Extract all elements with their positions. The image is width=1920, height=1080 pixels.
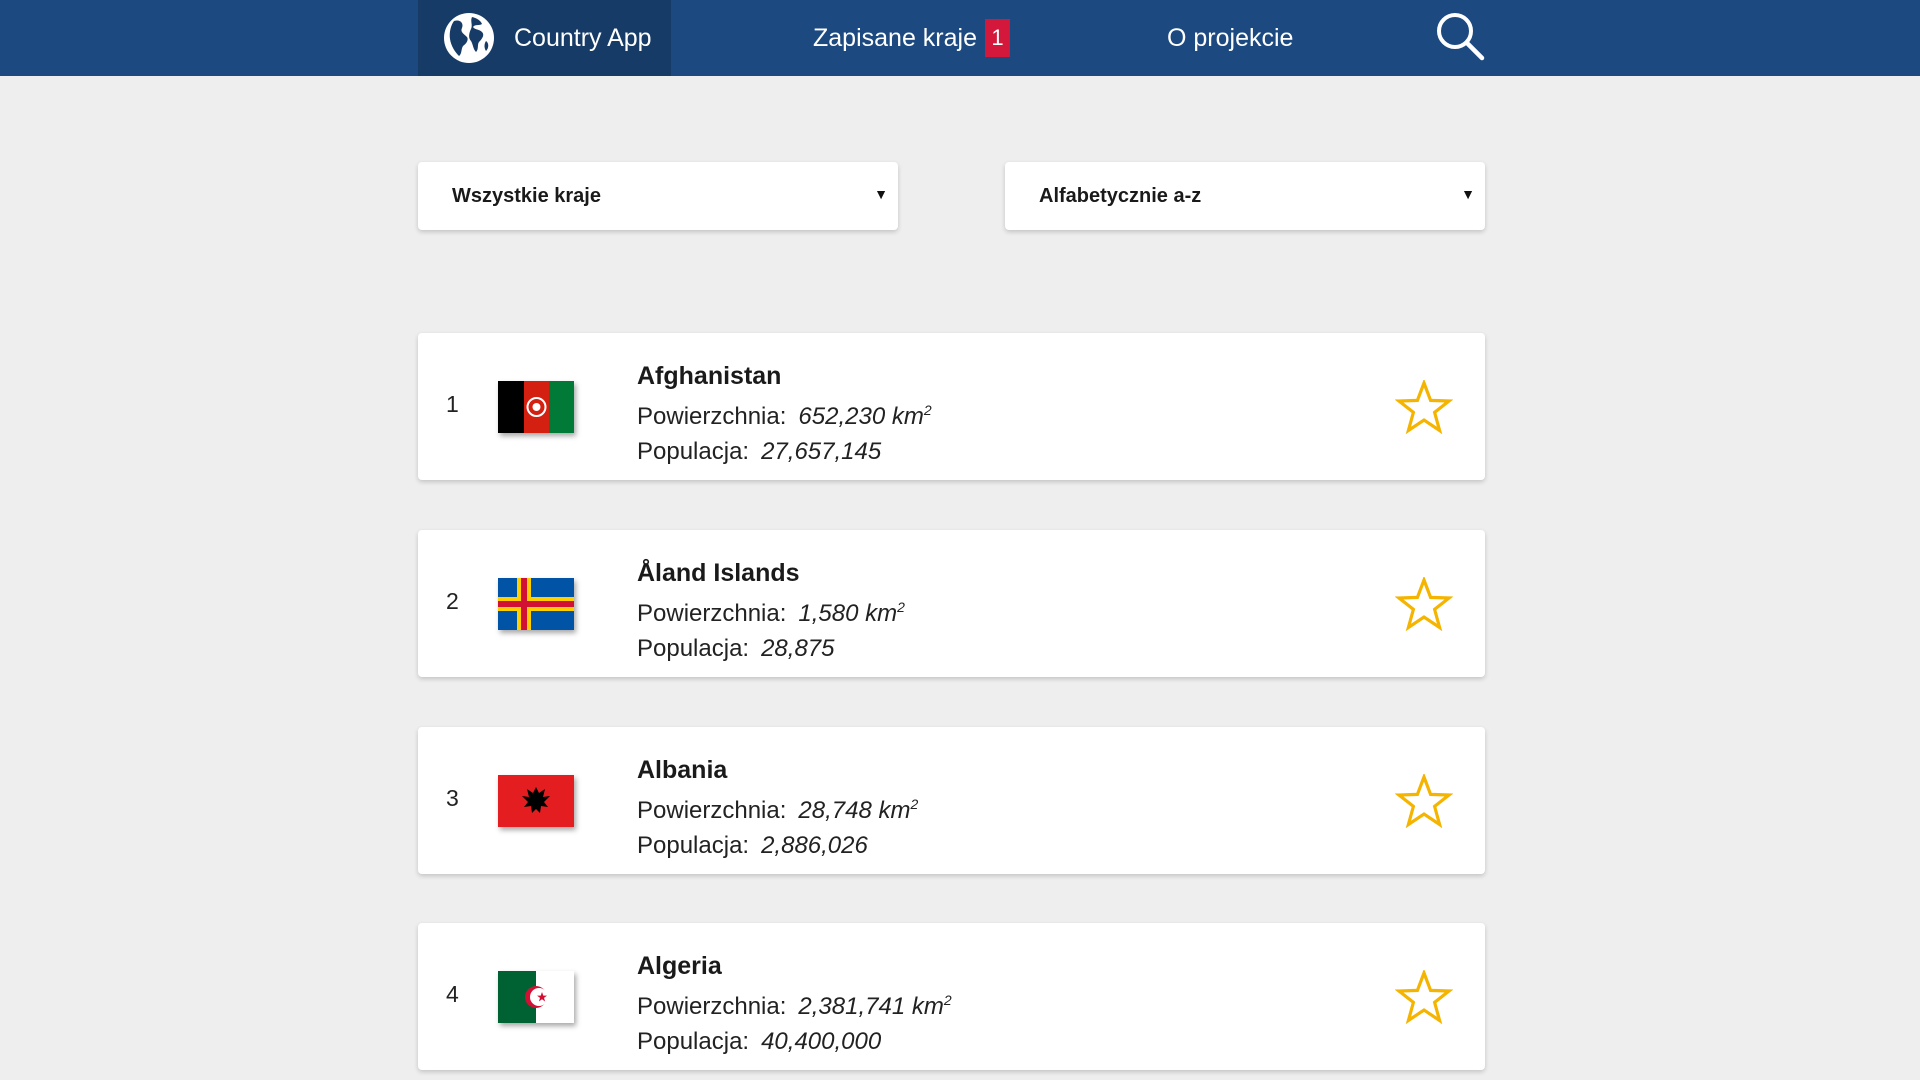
population-value: 2,886,026 <box>761 832 868 859</box>
country-index: 2 <box>446 588 459 614</box>
country-info: Albania Powierzchnia: 28,748 km2 Populacj… <box>637 753 918 863</box>
country-info: Algeria Powierzchnia: 2,381,741 km2 Popul… <box>637 949 952 1059</box>
area-value: 28,748 km2 <box>798 796 919 824</box>
region-select[interactable]: Wszystkie kraje ▼ <box>418 162 898 230</box>
search-button[interactable] <box>1432 8 1488 64</box>
algeria-flag-icon <box>498 971 574 1023</box>
star-icon <box>1395 577 1453 631</box>
saved-countries-link[interactable]: Zapisane kraje 1 <box>813 0 1010 76</box>
country-index: 4 <box>446 981 459 1007</box>
population-label: Populacja: <box>637 1028 750 1055</box>
country-name: Åland Islands <box>637 559 800 587</box>
country-card[interactable]: 2 Åland Islands Powierzchnia: 1,580 km2 P… <box>418 530 1485 677</box>
afghanistan-flag-icon <box>498 381 574 433</box>
population-value: 28,875 <box>761 635 835 662</box>
country-name: Algeria <box>637 952 722 980</box>
country-info: Afghanistan Powierzchnia: 652,230 km2 Pop… <box>637 359 932 469</box>
country-card[interactable]: 4 Algeria Powierzchnia: 2,381,741 km2 Pop… <box>418 923 1485 1070</box>
star-icon <box>1395 970 1453 1024</box>
chevron-down-icon: ▼ <box>1461 186 1475 202</box>
favorite-star-button[interactable] <box>1395 577 1453 631</box>
population-label: Populacja: <box>637 635 750 662</box>
globe-icon <box>444 13 494 63</box>
about-project-link[interactable]: O projekcie <box>1167 0 1293 76</box>
country-card[interactable]: 3 Albania Powierzchnia: 28,748 km2 Popula… <box>418 727 1485 874</box>
country-card[interactable]: 1 Afghanistan Powierzchnia: 652,230 km2 P… <box>418 333 1485 480</box>
country-area: Powierzchnia: 2,381,741 km2 <box>637 983 952 1024</box>
country-area: Powierzchnia: 652,230 km2 <box>637 393 932 434</box>
saved-count-badge: 1 <box>984 19 1010 57</box>
area-value: 652,230 km2 <box>798 402 932 430</box>
country-population: Populacja: 40,400,000 <box>637 1024 952 1059</box>
sort-select-value: Alfabetycznie a-z <box>1039 184 1202 207</box>
favorite-star-button[interactable] <box>1395 774 1453 828</box>
population-value: 40,400,000 <box>761 1028 882 1055</box>
country-population: Populacja: 2,886,026 <box>637 828 918 863</box>
brand-label: Country App <box>514 23 652 52</box>
favorite-star-button[interactable] <box>1395 380 1453 434</box>
brand-link[interactable]: Country App <box>418 0 671 76</box>
albania-flag-icon <box>498 775 574 827</box>
area-label: Powierzchnia: <box>637 797 787 824</box>
area-label: Powierzchnia: <box>637 600 787 627</box>
country-population: Populacja: 27,657,145 <box>637 434 932 469</box>
country-area: Powierzchnia: 1,580 km2 <box>637 590 905 631</box>
star-icon <box>1395 380 1453 434</box>
population-label: Populacja: <box>637 438 750 465</box>
country-index: 1 <box>446 391 459 417</box>
saved-countries-label: Zapisane kraje <box>813 23 977 52</box>
star-icon <box>1395 774 1453 828</box>
country-name: Afghanistan <box>637 362 782 390</box>
area-label: Powierzchnia: <box>637 403 787 430</box>
area-value: 1,580 km2 <box>798 599 905 627</box>
population-label: Populacja: <box>637 832 750 859</box>
favorite-star-button[interactable] <box>1395 970 1453 1024</box>
country-index: 3 <box>446 785 459 811</box>
country-area: Powierzchnia: 28,748 km2 <box>637 787 918 828</box>
about-project-label: O projekcie <box>1167 23 1294 52</box>
country-info: Åland Islands Powierzchnia: 1,580 km2 Pop… <box>637 556 905 666</box>
sort-select[interactable]: Alfabetycznie a-z ▼ <box>1005 162 1485 230</box>
area-label: Powierzchnia: <box>637 993 787 1020</box>
aland-flag-icon <box>498 578 574 630</box>
region-select-value: Wszystkie kraje <box>452 184 601 207</box>
area-value: 2,381,741 km2 <box>798 992 952 1020</box>
population-value: 27,657,145 <box>761 438 882 465</box>
chevron-down-icon: ▼ <box>874 186 888 202</box>
country-population: Populacja: 28,875 <box>637 631 905 666</box>
navbar: Country App Zapisane kraje 1 O projekcie <box>0 0 1920 76</box>
country-name: Albania <box>637 756 728 784</box>
search-icon <box>1437 13 1485 61</box>
